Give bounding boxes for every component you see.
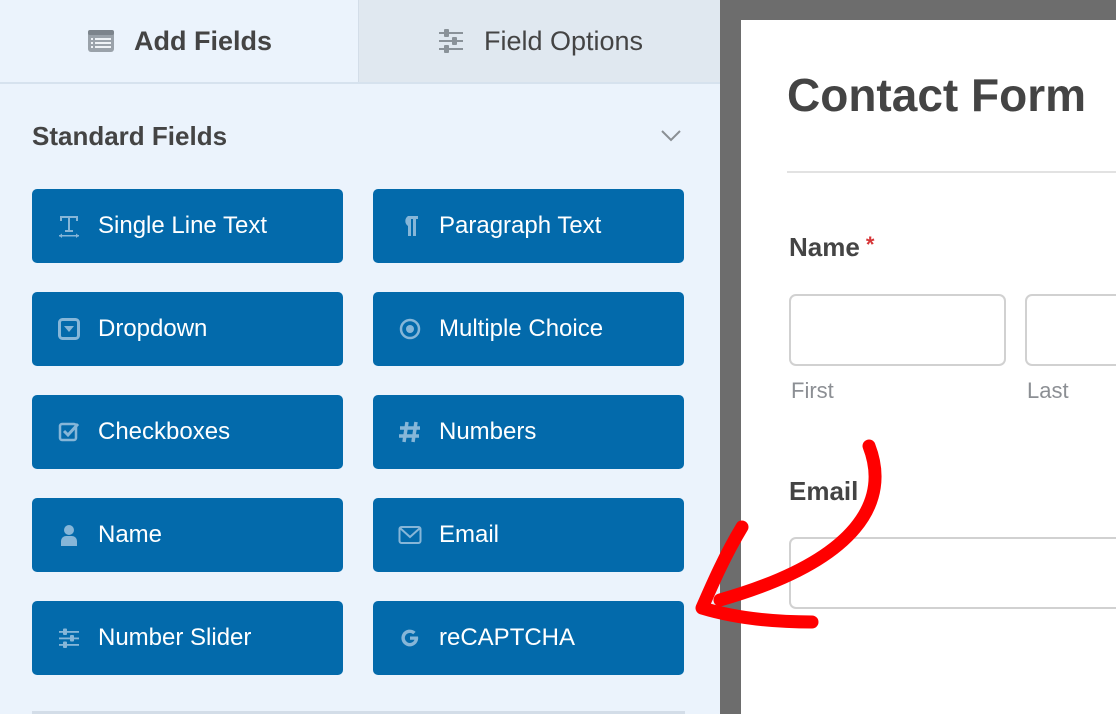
sliders-icon — [436, 29, 466, 53]
field-button-label: Numbers — [439, 418, 537, 445]
first-sublabel: First — [791, 378, 834, 403]
radio-icon — [397, 316, 423, 342]
field-button-label: Single Line Text — [98, 212, 268, 239]
email-input[interactable] — [789, 537, 1116, 609]
checkbox-icon — [56, 419, 82, 445]
last-name-input[interactable] — [1025, 294, 1116, 366]
dropdown-icon — [56, 316, 82, 342]
field-button-number-slider[interactable]: Number Slider — [32, 601, 343, 675]
field-button-label: Name — [98, 521, 163, 548]
form-title-divider — [787, 171, 1116, 173]
fields-panel: Add Fields Field Options Standard Fields… — [0, 0, 720, 714]
field-button-label: Email — [439, 521, 500, 548]
envelope-icon — [397, 522, 423, 548]
required-asterisk: * — [865, 232, 875, 257]
field-button-name[interactable]: Name — [32, 498, 343, 572]
text-cursor-icon — [56, 213, 82, 239]
list-icon — [86, 29, 116, 53]
form-title: Contact Form — [787, 69, 1086, 121]
tab-field-options-label: Field Options — [483, 25, 644, 56]
name-label-text: Name — [789, 232, 860, 262]
name-field-label[interactable]: Name * — [789, 232, 874, 263]
tab-add-fields[interactable]: Add Fields — [0, 0, 358, 82]
field-button-label: Paragraph Text — [439, 212, 602, 239]
user-icon — [56, 522, 82, 548]
field-button-single-line-text[interactable]: Single Line Text — [32, 189, 343, 263]
field-button-grid: Single Line Text Paragraph Text Dropdown… — [32, 189, 685, 675]
pilcrow-icon — [397, 213, 423, 239]
sliders-icon — [56, 625, 82, 651]
hash-icon — [397, 419, 423, 445]
field-button-multiple-choice[interactable]: Multiple Choice — [373, 292, 684, 366]
field-button-label: Number Slider — [98, 624, 252, 651]
field-button-label: Multiple Choice — [439, 315, 604, 342]
email-label-text: Email — [789, 476, 859, 506]
field-button-label: Checkboxes — [98, 418, 231, 445]
chevron-down-icon[interactable] — [656, 121, 686, 151]
field-button-label: Dropdown — [98, 315, 208, 342]
field-button-paragraph-text[interactable]: Paragraph Text — [373, 189, 684, 263]
standard-fields-header[interactable]: Standard Fields — [32, 118, 686, 154]
tab-add-fields-label: Add Fields — [133, 25, 272, 56]
tab-field-options[interactable]: Field Options — [358, 0, 720, 82]
email-field-label[interactable]: Email — [789, 476, 858, 507]
form-preview: Contact Form Name * First Last Email — [741, 20, 1116, 714]
field-button-checkboxes[interactable]: Checkboxes — [32, 395, 343, 469]
section-title: Standard Fields — [32, 120, 228, 151]
google-g-icon — [397, 625, 423, 651]
field-button-email[interactable]: Email — [373, 498, 684, 572]
last-sublabel: Last — [1027, 378, 1069, 403]
field-button-dropdown[interactable]: Dropdown — [32, 292, 343, 366]
field-button-label: reCAPTCHA — [439, 624, 576, 651]
panel-tabs: Add Fields Field Options — [0, 0, 720, 84]
first-name-input[interactable] — [789, 294, 1006, 366]
field-button-recaptcha[interactable]: reCAPTCHA — [373, 601, 684, 675]
field-button-numbers[interactable]: Numbers — [373, 395, 684, 469]
